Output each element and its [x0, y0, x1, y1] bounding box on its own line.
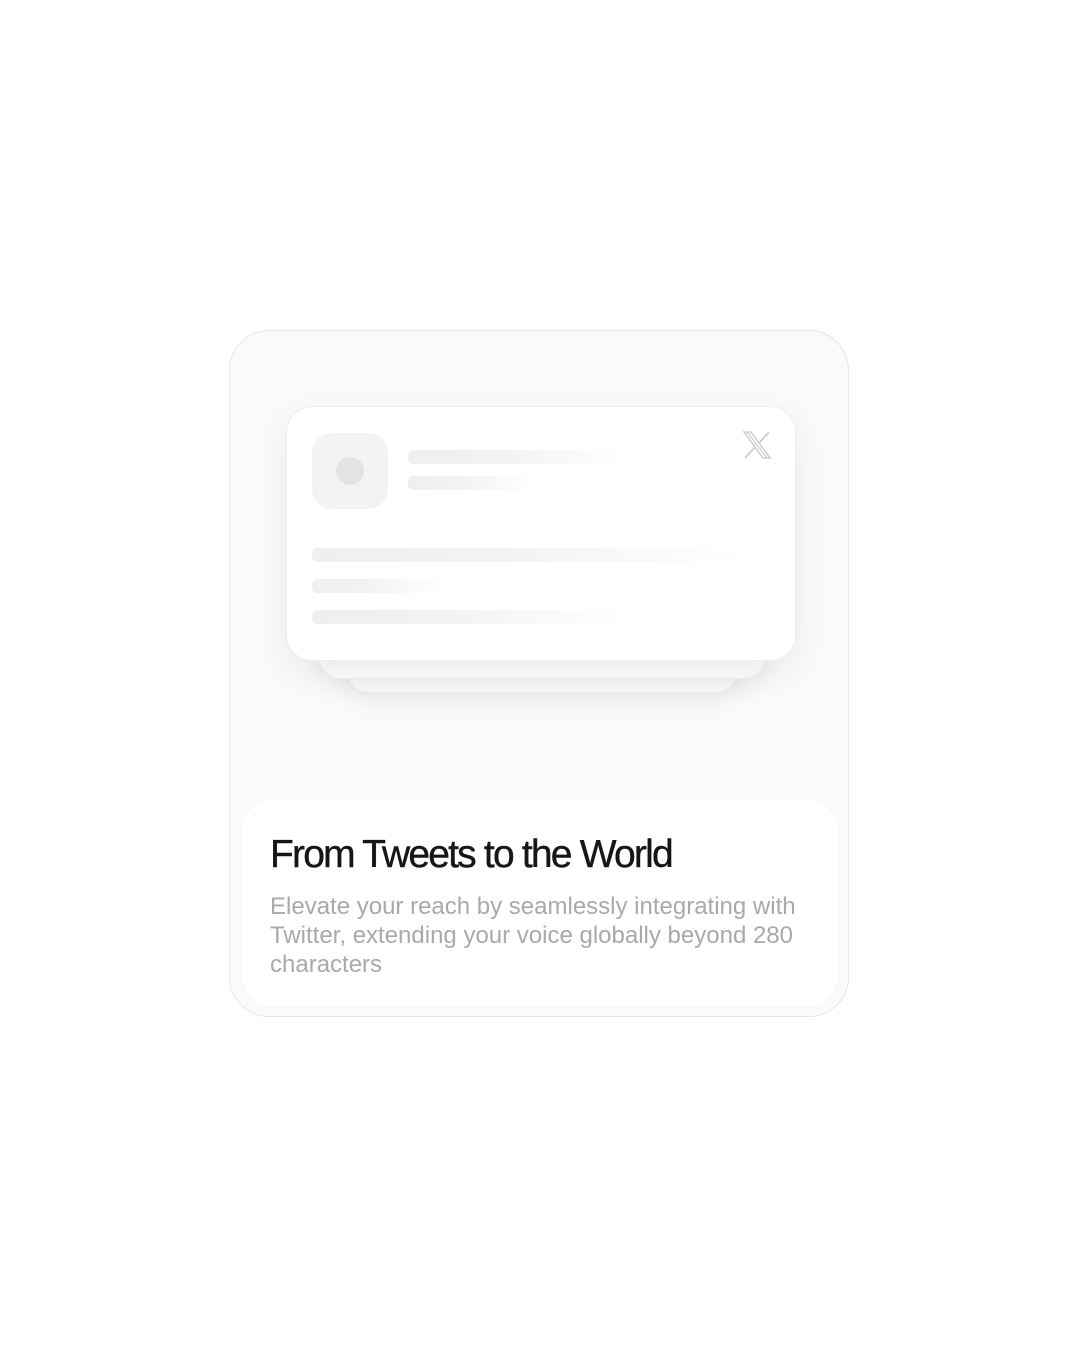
text-panel: From Tweets to the World Elevate your re…	[242, 799, 838, 1007]
skeleton-text-line	[312, 610, 622, 624]
skeleton-text-line	[312, 548, 742, 562]
skeleton-handle-line	[408, 476, 533, 490]
card-title: From Tweets to the World	[270, 833, 674, 876]
skeleton-name-line	[408, 450, 623, 464]
skeleton-text-line	[312, 579, 442, 593]
tweet-preview-card	[286, 406, 796, 661]
x-logo-icon	[742, 431, 772, 459]
avatar-placeholder-icon	[312, 433, 388, 509]
feature-card: From Tweets to the World Elevate your re…	[229, 330, 849, 1017]
card-description: Elevate your reach by seamlessly integra…	[270, 893, 796, 978]
